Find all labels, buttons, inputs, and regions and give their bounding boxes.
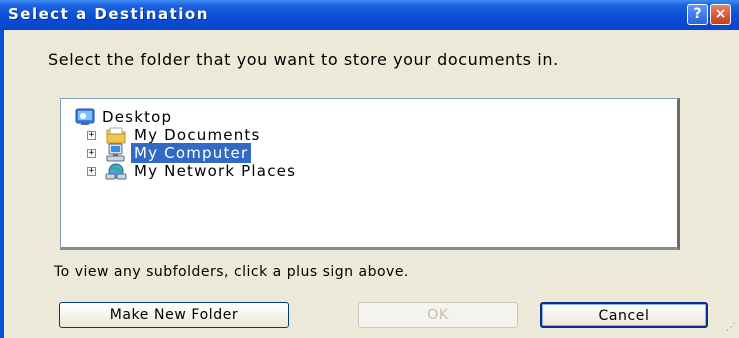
tree-item-label: My Network Places (134, 162, 297, 180)
subfolder-hint: To view any subfolders, click a plus sig… (54, 264, 409, 280)
window-title: Select a Destination (8, 5, 209, 23)
make-new-folder-button[interactable]: Make New Folder (59, 302, 289, 328)
instruction-text: Select the folder that you want to store… (48, 50, 559, 69)
expand-icon[interactable]: + (87, 131, 96, 140)
window-frame (0, 30, 4, 338)
expand-icon[interactable]: + (87, 167, 96, 176)
cancel-button[interactable]: Cancel (540, 302, 708, 328)
desktop-icon (75, 108, 95, 125)
expand-icon[interactable]: + (87, 149, 96, 158)
select-destination-dialog: Select a Destination ? × Select the fold… (0, 0, 739, 338)
computer-icon (106, 143, 125, 162)
help-button[interactable]: ? (687, 4, 708, 25)
close-button[interactable]: × (710, 4, 731, 25)
resize-grip-icon[interactable]: ⋰ (726, 322, 737, 333)
folder-tree[interactable]: Desktop + My Documents + My Computer + M… (60, 98, 680, 250)
help-icon: ? (693, 6, 702, 22)
folder-icon (106, 127, 126, 144)
tree-item-label: Desktop (102, 108, 173, 126)
tree-item-label: My Documents (134, 126, 261, 144)
close-icon: × (714, 6, 727, 22)
tree-item-label: My Computer (131, 143, 252, 163)
title-bar[interactable]: Select a Destination ? × (0, 0, 739, 30)
network-icon (105, 163, 127, 180)
ok-button[interactable]: OK (358, 302, 518, 328)
